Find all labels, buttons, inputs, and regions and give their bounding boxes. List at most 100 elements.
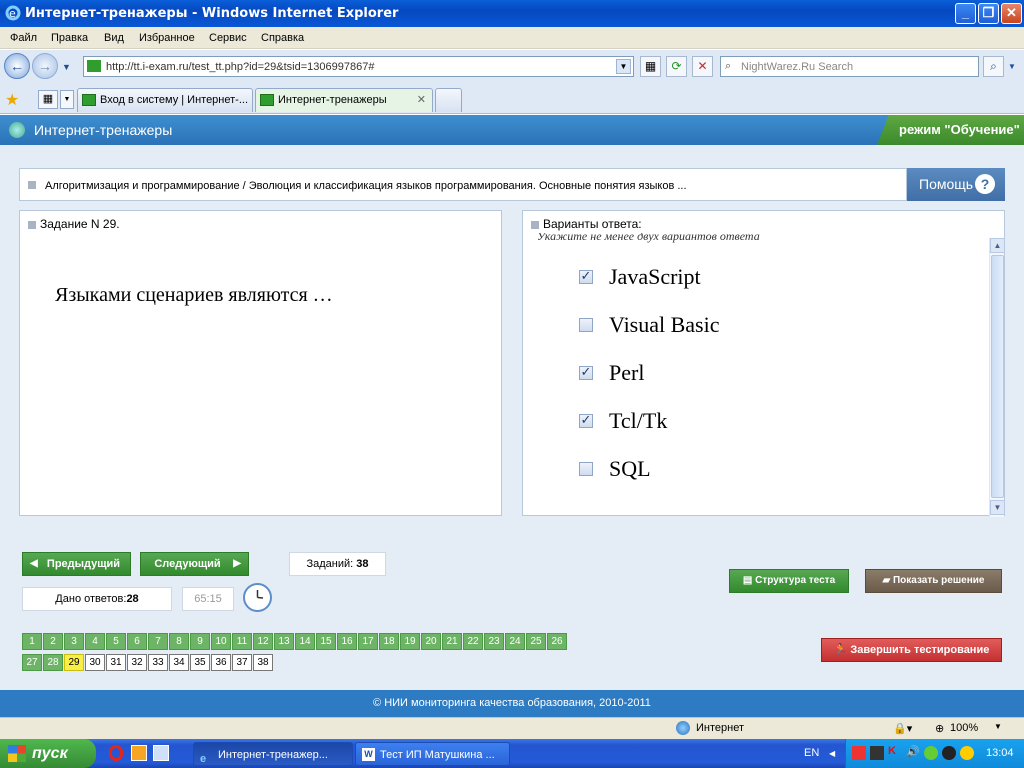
search-input[interactable]: ⌕ NightWarez.Ru Search bbox=[720, 56, 979, 77]
start-button[interactable]: пуск bbox=[0, 739, 96, 768]
task-number-27[interactable]: 27 bbox=[22, 654, 42, 671]
refresh-icon[interactable]: ⟳ bbox=[666, 56, 687, 77]
task-number-37[interactable]: 37 bbox=[232, 654, 252, 671]
scroll-down-icon[interactable]: ▼ bbox=[990, 500, 1005, 515]
task-number-5[interactable]: 5 bbox=[106, 633, 126, 650]
menu-favorites[interactable]: Избранное bbox=[139, 32, 195, 44]
tab-trainers[interactable]: Интернет-тренажеры ✕ bbox=[255, 88, 433, 112]
opera-icon[interactable] bbox=[109, 745, 123, 761]
antivirus-icon[interactable]: K bbox=[888, 745, 896, 757]
task-number-38[interactable]: 38 bbox=[253, 654, 273, 671]
language-indicator[interactable]: EN bbox=[804, 747, 819, 759]
checkbox-icon[interactable]: ✓ bbox=[579, 366, 593, 380]
task-number-15[interactable]: 15 bbox=[316, 633, 336, 650]
quick-tabs-icon[interactable]: ▦ bbox=[38, 90, 58, 109]
task-number-36[interactable]: 36 bbox=[211, 654, 231, 671]
checkbox-icon[interactable]: ✓ bbox=[579, 414, 593, 428]
task-number-25[interactable]: 25 bbox=[526, 633, 546, 650]
task-number-29[interactable]: 29 bbox=[64, 654, 84, 671]
search-options-icon[interactable]: ▼ bbox=[1008, 62, 1016, 71]
checkbox-icon[interactable] bbox=[579, 318, 593, 332]
menu-help[interactable]: Справка bbox=[261, 32, 304, 44]
tray-app-icon[interactable] bbox=[960, 746, 974, 760]
close-button[interactable]: ✕ bbox=[1001, 3, 1022, 24]
task-number-10[interactable]: 10 bbox=[211, 633, 231, 650]
tray-expand-icon[interactable]: ◀ bbox=[829, 749, 835, 758]
task-number-35[interactable]: 35 bbox=[190, 654, 210, 671]
maximize-button[interactable]: ❐ bbox=[978, 3, 999, 24]
tab-login[interactable]: Вход в систему | Интернет-... bbox=[77, 88, 253, 112]
address-field[interactable]: http://tt.i-exam.ru/test_tt.php?id=29&ts… bbox=[83, 56, 634, 77]
task-number-12[interactable]: 12 bbox=[253, 633, 273, 650]
answers-scrollbar[interactable]: ▲ ▼ bbox=[989, 238, 1005, 517]
volume-icon[interactable]: 🔊 bbox=[906, 745, 920, 758]
search-button-icon[interactable]: ⌕ bbox=[983, 56, 1004, 77]
task-number-7[interactable]: 7 bbox=[148, 633, 168, 650]
menu-view[interactable]: Вид bbox=[104, 32, 124, 44]
task-number-34[interactable]: 34 bbox=[169, 654, 189, 671]
finish-test-button[interactable]: 🏃 Завершить тестирование bbox=[821, 638, 1002, 662]
task-number-1[interactable]: 1 bbox=[22, 633, 42, 650]
task-number-8[interactable]: 8 bbox=[169, 633, 189, 650]
task-number-31[interactable]: 31 bbox=[106, 654, 126, 671]
task-number-4[interactable]: 4 bbox=[85, 633, 105, 650]
tray-app-icon[interactable] bbox=[870, 746, 884, 760]
taskbar-item-word[interactable]: W Тест ИП Матушкина ... bbox=[355, 742, 510, 766]
tray-app-icon[interactable] bbox=[942, 746, 956, 760]
new-tab-button[interactable] bbox=[435, 88, 462, 112]
zoom-dropdown-icon[interactable]: ▼ bbox=[994, 722, 1002, 731]
previous-button[interactable]: ◀ Предыдущий bbox=[22, 552, 131, 576]
task-number-11[interactable]: 11 bbox=[232, 633, 252, 650]
quicklaunch-icon[interactable] bbox=[131, 745, 147, 761]
task-number-6[interactable]: 6 bbox=[127, 633, 147, 650]
checkbox-icon[interactable]: ✓ bbox=[579, 270, 593, 284]
scroll-up-icon[interactable]: ▲ bbox=[990, 238, 1005, 253]
task-number-2[interactable]: 2 bbox=[43, 633, 63, 650]
menu-edit[interactable]: Правка bbox=[51, 32, 88, 44]
stop-icon[interactable]: ✕ bbox=[692, 56, 713, 77]
task-number-26[interactable]: 26 bbox=[547, 633, 567, 650]
task-number-16[interactable]: 16 bbox=[337, 633, 357, 650]
protected-mode-icon[interactable]: 🔒▾ bbox=[893, 722, 912, 735]
scroll-thumb[interactable] bbox=[991, 255, 1004, 498]
task-number-13[interactable]: 13 bbox=[274, 633, 294, 650]
minimize-button[interactable]: _ bbox=[955, 3, 976, 24]
next-button[interactable]: Следующий ▶ bbox=[140, 552, 249, 576]
tab-close-icon[interactable]: ✕ bbox=[417, 89, 426, 111]
show-desktop-icon[interactable] bbox=[153, 745, 169, 761]
task-number-17[interactable]: 17 bbox=[358, 633, 378, 650]
task-number-22[interactable]: 22 bbox=[463, 633, 483, 650]
menu-file[interactable]: Файл bbox=[10, 32, 37, 44]
task-number-23[interactable]: 23 bbox=[484, 633, 504, 650]
task-number-3[interactable]: 3 bbox=[64, 633, 84, 650]
help-button[interactable]: Помощь ? bbox=[907, 168, 1005, 201]
task-number-18[interactable]: 18 bbox=[379, 633, 399, 650]
task-number-30[interactable]: 30 bbox=[85, 654, 105, 671]
checkbox-icon[interactable] bbox=[579, 462, 593, 476]
address-dropdown-icon[interactable]: ▼ bbox=[616, 59, 631, 74]
task-number-9[interactable]: 9 bbox=[190, 633, 210, 650]
task-number-19[interactable]: 19 bbox=[400, 633, 420, 650]
taskbar-item-ie[interactable]: e Интернет-тренажер... bbox=[193, 742, 353, 766]
compat-view-icon[interactable]: ▦ bbox=[640, 56, 661, 77]
task-number-21[interactable]: 21 bbox=[442, 633, 462, 650]
menu-tools[interactable]: Сервис bbox=[209, 32, 247, 44]
task-number-24[interactable]: 24 bbox=[505, 633, 525, 650]
task-number-28[interactable]: 28 bbox=[43, 654, 63, 671]
task-number-32[interactable]: 32 bbox=[127, 654, 147, 671]
zoom-level[interactable]: 100% bbox=[950, 722, 978, 734]
window-title-bar[interactable]: e Интернет-тренажеры - Windows Internet … bbox=[0, 0, 1024, 27]
clock[interactable]: 13:04 bbox=[986, 747, 1014, 759]
task-number-33[interactable]: 33 bbox=[148, 654, 168, 671]
task-number-20[interactable]: 20 bbox=[421, 633, 441, 650]
favorites-star-icon[interactable]: ★ bbox=[5, 90, 19, 110]
show-solution-button[interactable]: ▰ Показать решение bbox=[865, 569, 1002, 593]
back-button[interactable]: ← bbox=[4, 53, 30, 79]
task-number-14[interactable]: 14 bbox=[295, 633, 315, 650]
zoom-icon[interactable]: ⊕ bbox=[935, 722, 944, 735]
tray-app-icon[interactable] bbox=[852, 746, 866, 760]
history-dropdown-icon[interactable]: ▼ bbox=[62, 62, 71, 72]
tab-list-icon[interactable]: ▼ bbox=[60, 90, 74, 109]
test-structure-button[interactable]: ▤ Структура теста bbox=[729, 569, 849, 593]
forward-button[interactable]: → bbox=[32, 53, 58, 79]
